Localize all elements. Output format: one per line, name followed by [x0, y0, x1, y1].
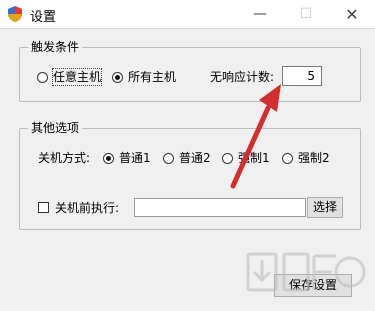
shield-icon: [8, 6, 22, 22]
radio-normal-1-dot[interactable]: [103, 152, 114, 164]
radio-any-host-label[interactable]: 任意主机: [51, 68, 103, 86]
pre-shutdown-command-input[interactable]: [134, 198, 306, 217]
radio-normal-2-dot[interactable]: [163, 152, 174, 164]
radio-all-hosts-label[interactable]: 所有主机: [128, 69, 176, 85]
trigger-group-title: 触发条件: [28, 39, 83, 55]
no-response-count-label: 无响应计数:: [210, 70, 275, 84]
no-response-count-input[interactable]: 5: [282, 66, 322, 86]
radio-normal-1[interactable]: 普通1: [103, 150, 151, 166]
radio-all-hosts-dot[interactable]: [112, 71, 123, 83]
title-divider: [0, 28, 375, 29]
minimize-button[interactable]: —: [237, 0, 283, 28]
radio-force-2[interactable]: 强制2: [282, 150, 330, 166]
pre-shutdown-label: 关机前执行:: [55, 201, 120, 215]
radio-force-2-dot[interactable]: [282, 152, 293, 164]
radio-force-2-label[interactable]: 强制2: [298, 150, 330, 166]
radio-force-1-label[interactable]: 强制1: [238, 150, 270, 166]
radio-normal-2-label[interactable]: 普通2: [179, 150, 211, 166]
radio-normal-2[interactable]: 普通2: [163, 150, 211, 166]
pre-shutdown-checkbox[interactable]: [38, 202, 49, 213]
shutdown-mode-label: 关机方式:: [38, 151, 91, 165]
radio-force-1[interactable]: 强制1: [222, 150, 270, 166]
download-site-watermark-icon: [246, 252, 366, 292]
radio-any-host-dot[interactable]: [37, 71, 48, 83]
radio-force-1-dot[interactable]: [222, 152, 233, 164]
browse-button[interactable]: 选择: [307, 197, 343, 218]
radio-normal-1-label[interactable]: 普通1: [119, 150, 151, 166]
close-button[interactable]: ✕: [329, 0, 375, 28]
radio-all-hosts[interactable]: 所有主机: [112, 69, 176, 85]
title-bar: 设置 — ☐ ✕: [0, 0, 375, 28]
window-title: 设置: [30, 10, 57, 25]
other-group-title: 其他选项: [28, 120, 83, 136]
radio-any-host[interactable]: 任意主机: [37, 68, 103, 86]
maximize-button[interactable]: ☐: [283, 0, 329, 28]
